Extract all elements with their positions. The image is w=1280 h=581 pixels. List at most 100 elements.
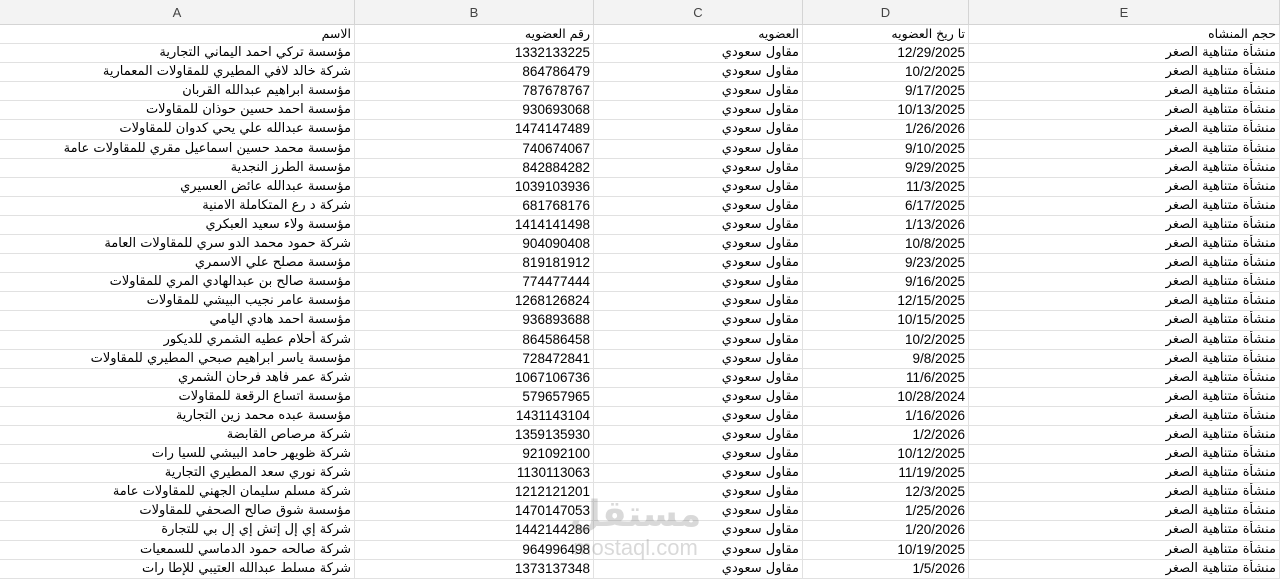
cell-number[interactable]: 1414141498 [355,215,594,235]
cell-membership[interactable]: مقاول سعودي [594,177,803,196]
cell-size[interactable]: منشأة متناهية الصغر [969,139,1280,158]
cell-membership[interactable]: مقاول سعودي [594,330,803,349]
header-cell-name[interactable]: الاسم [0,25,355,44]
cell-name[interactable]: مؤسسة عامر نجيب البيشي للمقاولات [0,292,355,311]
cell-membership[interactable]: مقاول سعودي [594,254,803,273]
column-header-e[interactable]: E [969,0,1280,24]
cell-membership[interactable]: مقاول سعودي [594,368,803,387]
cell-size[interactable]: منشأة متناهية الصغر [969,82,1280,101]
cell-membership[interactable]: مقاول سعودي [594,235,803,254]
cell-membership[interactable]: مقاول سعودي [594,540,803,559]
cell-date[interactable]: 1/16/2026 [803,406,969,425]
cell-number[interactable]: 681768176 [355,196,594,215]
cell-date[interactable]: 1/20/2026 [803,521,969,540]
cell-number[interactable]: 1470147053 [355,502,594,521]
cell-date[interactable]: 10/2/2025 [803,63,969,82]
cell-size[interactable]: منشأة متناهية الصغر [969,44,1280,63]
cell-date[interactable]: 10/8/2025 [803,235,969,254]
cell-membership[interactable]: مقاول سعودي [594,120,803,139]
cell-size[interactable]: منشأة متناهية الصغر [969,368,1280,387]
column-header-c[interactable]: C [594,0,803,24]
cell-membership[interactable]: مقاول سعودي [594,502,803,521]
cell-size[interactable]: منشأة متناهية الصغر [969,445,1280,464]
cell-date[interactable]: 10/2/2025 [803,330,969,349]
cell-name[interactable]: شركة حمود محمد الدو سري للمقاولات العامة [0,235,355,254]
cell-number[interactable]: 819181912 [355,254,594,273]
cell-date[interactable]: 1/25/2026 [803,502,969,521]
cell-name[interactable]: شركة خالد لافي المطيري للمقاولات المعمار… [0,63,355,82]
cell-number[interactable]: 936893688 [355,311,594,330]
cell-number[interactable]: 1332133225 [355,44,594,63]
cell-date[interactable]: 9/23/2025 [803,254,969,273]
cell-number[interactable]: 774477444 [355,273,594,292]
cell-date[interactable]: 12/29/2025 [803,44,969,63]
cell-number[interactable]: 930693068 [355,101,594,120]
cell-date[interactable]: 10/13/2025 [803,101,969,120]
cell-name[interactable]: شركة مرصاص القابضة [0,425,355,445]
header-cell-date[interactable]: تا ريخ العضويه [803,25,969,44]
cell-membership[interactable]: مقاول سعودي [594,464,803,483]
cell-name[interactable]: شركة صالحه حمود الدماسي للسمعيات [0,540,355,559]
cell-size[interactable]: منشأة متناهية الصغر [969,158,1280,177]
cell-size[interactable]: منشأة متناهية الصغر [969,101,1280,120]
cell-name[interactable]: مؤسسة مصلح علي الاسمري [0,254,355,273]
cell-size[interactable]: منشأة متناهية الصغر [969,254,1280,273]
cell-date[interactable]: 1/5/2026 [803,559,969,578]
cell-number[interactable]: 1373137348 [355,559,594,578]
cell-number[interactable]: 728472841 [355,349,594,368]
cell-date[interactable]: 9/16/2025 [803,273,969,292]
cell-membership[interactable]: مقاول سعودي [594,101,803,120]
cell-membership[interactable]: مقاول سعودي [594,387,803,406]
cell-membership[interactable]: مقاول سعودي [594,425,803,445]
cell-membership[interactable]: مقاول سعودي [594,445,803,464]
cell-name[interactable]: شركة ظويهر حامد البيشي للسيا رات [0,445,355,464]
cell-date[interactable]: 9/17/2025 [803,82,969,101]
cell-size[interactable]: منشأة متناهية الصغر [969,464,1280,483]
cell-name[interactable]: مؤسسة صالح بن عبدالهادي المري للمقاولات [0,273,355,292]
cell-size[interactable]: منشأة متناهية الصغر [969,502,1280,521]
cell-membership[interactable]: مقاول سعودي [594,139,803,158]
cell-name[interactable]: شركة عمر فاهد فرحان الشمري [0,368,355,387]
cell-size[interactable]: منشأة متناهية الصغر [969,349,1280,368]
header-cell-number[interactable]: رقم العضويه [355,25,594,44]
cell-size[interactable]: منشأة متناهية الصغر [969,425,1280,445]
cell-membership[interactable]: مقاول سعودي [594,273,803,292]
cell-number[interactable]: 1359135930 [355,425,594,445]
cell-size[interactable]: منشأة متناهية الصغر [969,540,1280,559]
cell-date[interactable]: 12/3/2025 [803,483,969,502]
cell-size[interactable]: منشأة متناهية الصغر [969,387,1280,406]
cell-date[interactable]: 1/2/2026 [803,425,969,445]
cell-membership[interactable]: مقاول سعودي [594,483,803,502]
cell-size[interactable]: منشأة متناهية الصغر [969,120,1280,139]
cell-date[interactable]: 9/10/2025 [803,139,969,158]
cell-name[interactable]: مؤسسة عبدالله علي يحي كدوان للمقاولات [0,120,355,139]
cell-name[interactable]: مؤسسة ولاء سعيد العبكري [0,215,355,235]
header-cell-membership[interactable]: العضويه [594,25,803,44]
cell-date[interactable]: 9/8/2025 [803,349,969,368]
cell-size[interactable]: منشأة متناهية الصغر [969,311,1280,330]
cell-number[interactable]: 964996498 [355,540,594,559]
cell-number[interactable]: 1474147489 [355,120,594,139]
cell-membership[interactable]: مقاول سعودي [594,559,803,578]
cell-name[interactable]: مؤسسة ياسر ابراهيم صبحي المطيري للمقاولا… [0,349,355,368]
cell-date[interactable]: 10/12/2025 [803,445,969,464]
cell-number[interactable]: 904090408 [355,235,594,254]
cell-name[interactable]: شركة مسلم سليمان الجهني للمقاولات عامة [0,483,355,502]
cell-size[interactable]: منشأة متناهية الصغر [969,559,1280,578]
cell-number[interactable]: 1039103936 [355,177,594,196]
cell-number[interactable]: 1067106736 [355,368,594,387]
cell-name[interactable]: شركة نوري سعد المطيري التجارية [0,464,355,483]
cell-membership[interactable]: مقاول سعودي [594,63,803,82]
cell-name[interactable]: مؤسسة تركي احمد اليماني التجارية [0,44,355,63]
cell-number[interactable]: 579657965 [355,387,594,406]
cell-name[interactable]: مؤسسة الطرز النجدية [0,158,355,177]
cell-date[interactable]: 12/15/2025 [803,292,969,311]
cell-membership[interactable]: مقاول سعودي [594,311,803,330]
cell-name[interactable]: مؤسسة محمد حسين اسماعيل مقري للمقاولات ع… [0,139,355,158]
cell-membership[interactable]: مقاول سعودي [594,406,803,425]
cell-date[interactable]: 10/19/2025 [803,540,969,559]
cell-number[interactable]: 842884282 [355,158,594,177]
cell-name[interactable]: مؤسسة احمد هادي اليامي [0,311,355,330]
cell-size[interactable]: منشأة متناهية الصغر [969,215,1280,235]
cell-number[interactable]: 1212121201 [355,483,594,502]
